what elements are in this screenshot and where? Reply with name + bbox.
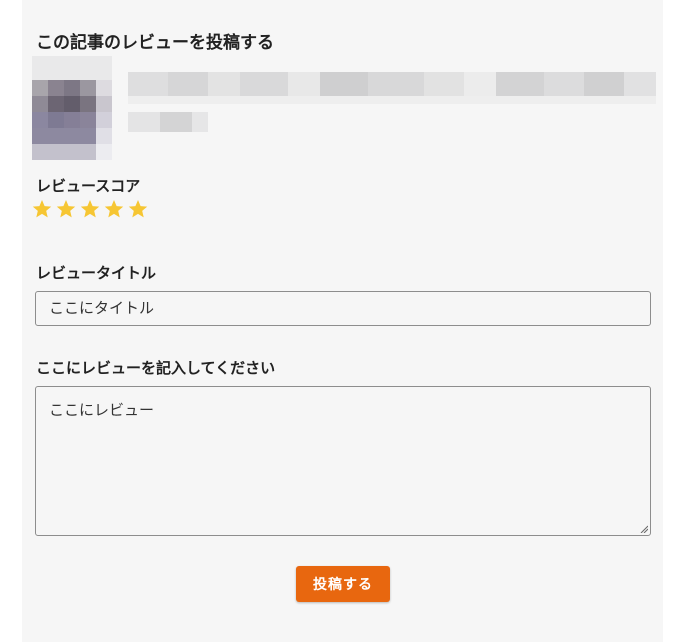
submit-button[interactable]: 投稿する [296, 566, 390, 602]
review-title-input[interactable]: ここにタイトル [35, 291, 651, 326]
article-preview-image [32, 56, 658, 164]
star-icon[interactable] [80, 199, 100, 219]
review-title-label: レビュータイトル [36, 264, 157, 282]
star-icon[interactable] [32, 199, 52, 219]
review-body-textarea[interactable]: ここにレビュー [35, 386, 651, 536]
form-heading: この記事のレビューを投稿する [36, 33, 274, 53]
star-rating[interactable] [32, 199, 148, 219]
resize-grip-icon[interactable] [640, 525, 648, 533]
review-body-text: ここにレビュー [49, 401, 155, 419]
review-score-label: レビュースコア [36, 177, 141, 195]
star-icon[interactable] [104, 199, 124, 219]
star-icon[interactable] [128, 199, 148, 219]
star-icon[interactable] [56, 199, 76, 219]
review-body-label: ここにレビューを記入してください [36, 359, 276, 377]
